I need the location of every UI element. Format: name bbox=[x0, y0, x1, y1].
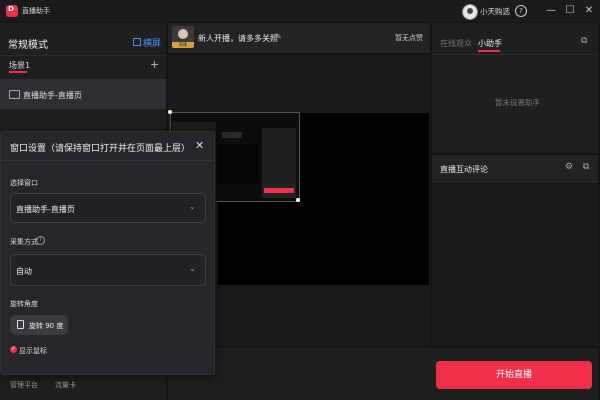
user-name[interactable]: 小天购选 bbox=[480, 6, 510, 17]
tab-online-viewers[interactable]: 在线观众 bbox=[440, 38, 472, 49]
captured-window-preview bbox=[217, 144, 259, 184]
source-item-label: 直播助手-直播页 bbox=[23, 91, 82, 100]
manage-platform-link[interactable]: 管理平台 bbox=[10, 380, 38, 390]
resize-handle-bottom-right[interactable] bbox=[296, 198, 300, 202]
show-mouse-label[interactable]: 显示鼠标 bbox=[19, 346, 47, 356]
tab-scene-1[interactable]: 场景1 bbox=[9, 60, 30, 71]
chevron-down-icon: ⌄ bbox=[189, 202, 196, 211]
rotate-icon bbox=[17, 320, 24, 329]
title-bar bbox=[0, 0, 600, 22]
stream-title: 新人开播，请多多关照 bbox=[198, 34, 278, 43]
traffic-card-link[interactable]: 流量卡 bbox=[55, 380, 76, 390]
cover-badge: 直播 bbox=[172, 42, 194, 48]
close-icon[interactable]: ✕ bbox=[195, 139, 204, 152]
scene-tab-indicator bbox=[9, 71, 27, 73]
capture-method-select[interactable] bbox=[10, 254, 206, 286]
landscape-toggle-button[interactable]: 横屏 bbox=[133, 36, 161, 49]
app-title: 直播助手 bbox=[22, 7, 50, 15]
assistant-divider bbox=[432, 54, 598, 55]
start-live-button[interactable]: 开始直播 bbox=[436, 361, 592, 389]
check-icon: ✓ bbox=[11, 345, 17, 352]
popout-icon[interactable]: ⧉ bbox=[583, 162, 589, 172]
edit-icon[interactable]: ✎ bbox=[275, 32, 282, 41]
captured-window-start-button bbox=[264, 188, 294, 193]
minimize-icon[interactable]: — bbox=[544, 4, 558, 18]
resize-handle-top-left[interactable] bbox=[168, 110, 172, 114]
likes-status: 暂无点赞 bbox=[395, 34, 423, 42]
window-select-value: 直播助手-直播页 bbox=[16, 205, 75, 214]
maximize-icon[interactable]: ☐ bbox=[563, 4, 577, 18]
capture-method-label: 采集方式 bbox=[10, 238, 38, 246]
gear-icon[interactable]: ⚙ bbox=[565, 162, 573, 172]
rotate-button-label: 旋转 90 度 bbox=[29, 322, 64, 330]
comments-list bbox=[432, 184, 598, 346]
info-icon[interactable]: i bbox=[36, 236, 45, 245]
dialog-title: 窗口设置（请保持窗口打开并在页面最上层） bbox=[10, 144, 191, 154]
scene-divider bbox=[0, 55, 166, 56]
stream-cover-image[interactable]: 直播 bbox=[172, 26, 194, 48]
dialog-divider bbox=[1, 160, 213, 161]
chevron-down-icon: ⌄ bbox=[189, 264, 196, 273]
window-select-label: 选择窗口 bbox=[10, 179, 38, 187]
rotation-label: 旋转角度 bbox=[10, 300, 38, 308]
monitor-icon bbox=[9, 90, 20, 99]
add-scene-button[interactable]: + bbox=[150, 58, 159, 71]
user-avatar[interactable] bbox=[462, 4, 478, 20]
app-logo-icon: D bbox=[6, 5, 18, 17]
comments-title: 直播互动评论 bbox=[440, 165, 488, 174]
window-settings-dialog bbox=[0, 131, 215, 375]
cover-person-shape bbox=[178, 29, 188, 39]
help-icon[interactable]: ? bbox=[514, 4, 528, 18]
capture-method-value: 自动 bbox=[16, 267, 32, 276]
captured-window-header bbox=[222, 132, 242, 138]
close-icon[interactable]: ✕ bbox=[582, 4, 596, 18]
popout-icon[interactable]: ⧉ bbox=[581, 36, 587, 46]
assistant-empty-state: 暂未设置助手 bbox=[495, 98, 540, 107]
tab-assistant[interactable]: 小助手 bbox=[478, 38, 502, 49]
mode-title: 常规模式 bbox=[8, 40, 48, 51]
assistant-tab-indicator bbox=[478, 50, 500, 52]
screen-rotate-icon bbox=[133, 38, 141, 46]
